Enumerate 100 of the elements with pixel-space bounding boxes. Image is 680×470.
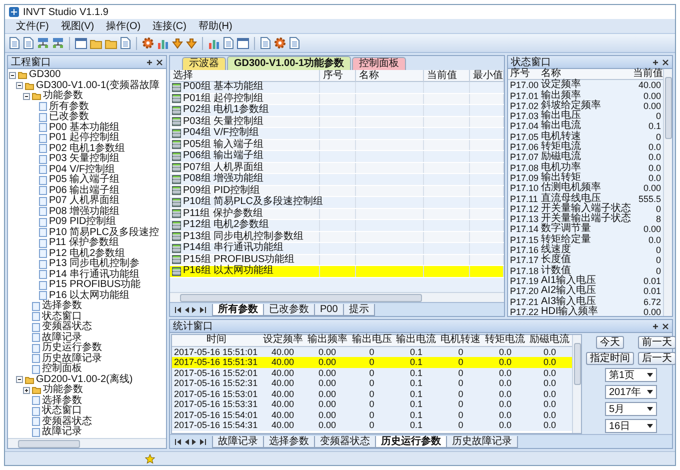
document-icon[interactable] [260, 37, 271, 49]
tree-item[interactable]: P06 输出端子组 [49, 186, 120, 196]
gear-icon[interactable] [274, 37, 286, 49]
dropdown[interactable]: 16日 [605, 419, 657, 433]
table-row[interactable]: P00组 基本功能组 [170, 82, 504, 94]
sheet-tab[interactable]: 所有参数 [212, 304, 264, 316]
tree-item[interactable]: 选择参数 [42, 396, 82, 406]
tree-item[interactable]: 变频器状态 [42, 322, 92, 332]
first-arrow-icon[interactable] [175, 307, 181, 313]
tree-item[interactable]: P10 简易PLC及多段速控 [49, 228, 160, 238]
tree-item[interactable]: P02 电机1参数组 [49, 144, 126, 154]
table-row[interactable]: P13组 同步电机控制参数组 [170, 232, 504, 243]
tree-item[interactable]: 状态窗口 [42, 312, 82, 322]
menu-item[interactable]: 视图(V) [56, 20, 100, 32]
tree-item[interactable]: P05 输入端子组 [49, 175, 120, 186]
right-arrow-icon[interactable] [192, 307, 197, 313]
expand-icon[interactable] [23, 386, 30, 394]
table-row[interactable]: P10组 简易PLC及多段速控制组 [170, 197, 504, 208]
tree-item[interactable]: P04 V/F控制组 [49, 164, 116, 175]
tree-item[interactable]: 变频器状态 [42, 416, 92, 427]
window-icon[interactable] [75, 38, 87, 48]
tree-item[interactable]: P00 基本功能组 [49, 122, 120, 133]
tree-item[interactable]: P09 PID控制组 [49, 217, 116, 228]
table-row[interactable]: P09组 PID控制组 [170, 186, 504, 197]
tree-item[interactable]: 选择参数 [42, 301, 82, 312]
tree-item[interactable]: 故障记录 [42, 427, 82, 438]
pin-icon[interactable] [652, 322, 659, 330]
table-row[interactable]: P05组 输入端子组 [170, 140, 504, 151]
document-tab[interactable]: 控制面板 [352, 57, 406, 70]
last-arrow-icon[interactable] [200, 439, 206, 445]
document-tab[interactable]: GD300-V1.00-1功能参数 [227, 56, 352, 70]
dropdown[interactable]: 第1页 [605, 368, 657, 382]
tree-item[interactable]: P11 保护参数组 [49, 238, 119, 248]
tree-item[interactable]: P03 矢量控制组 [49, 154, 120, 164]
close-icon[interactable] [662, 58, 669, 66]
tree-item[interactable]: 故障记录 [42, 332, 82, 343]
tree-item[interactable]: P08 增强功能组 [49, 206, 120, 217]
table-row[interactable]: 2017-05-16 15:53:01 40.00 0.00 0 0.1 0 0.0 0.0 [172, 388, 572, 399]
table-row[interactable]: 2017-05-16 15:54:31 40.00 0.00 0 0.1 0 0.0 0.0 [172, 420, 572, 430]
tree-item[interactable]: P13 同步电机控制参 [49, 259, 140, 270]
down-arrow-icon[interactable] [172, 38, 183, 48]
tree-item[interactable]: 状态窗口 [42, 406, 82, 416]
date-button[interactable]: 今天 [596, 336, 624, 349]
tree-item[interactable]: P01 起停控制组 [49, 133, 120, 144]
tree-item[interactable]: 功能参数 [43, 385, 83, 396]
document-tab[interactable]: 示波器 [182, 57, 226, 70]
window-icon[interactable] [237, 38, 249, 48]
close-icon[interactable] [156, 58, 163, 66]
table-row[interactable]: P16组 以太网功能组 [170, 266, 504, 278]
folder-icon[interactable] [105, 38, 117, 48]
date-button[interactable]: 前一天 [638, 336, 676, 349]
bar-chart-icon[interactable] [208, 38, 220, 48]
table-row[interactable]: 2017-05-16 15:51:31 40.00 0.00 0 0.1 0 0.0 0.0 [172, 357, 572, 368]
horizontal-scrollbar[interactable] [8, 438, 166, 448]
pin-icon[interactable] [146, 58, 153, 66]
table-row[interactable]: P03组 矢量控制组 [170, 116, 504, 128]
tree-item[interactable]: 已改参数 [49, 112, 89, 122]
horizontal-scrollbar[interactable] [170, 292, 504, 302]
sheet-tab[interactable]: 已改参数 [263, 304, 315, 316]
vertical-scrollbar[interactable] [663, 69, 672, 316]
sheet-tab[interactable]: P00 [314, 304, 344, 316]
sheet-tab[interactable]: 选择参数 [263, 436, 315, 448]
bar-chart-icon[interactable] [157, 38, 169, 48]
dropdown[interactable]: 2017年 [605, 385, 657, 399]
gear-icon[interactable] [142, 37, 154, 49]
table-row[interactable]: P12组 电机2参数组 [170, 220, 504, 232]
left-arrow-icon[interactable] [184, 307, 189, 313]
collapse-icon[interactable] [16, 376, 23, 384]
tree-item[interactable]: 历史运行参数 [42, 343, 102, 354]
left-arrow-icon[interactable] [184, 439, 189, 445]
menu-item[interactable]: 操作(O) [101, 20, 146, 32]
table-row[interactable]: P14组 串行通讯功能组 [170, 243, 504, 254]
first-arrow-icon[interactable] [175, 439, 181, 445]
date-button[interactable]: 后一天 [638, 352, 676, 365]
table-row[interactable]: 2017-05-16 15:53:31 40.00 0.00 0 0.1 0 0.0 0.0 [172, 399, 572, 410]
vertical-scrollbar[interactable] [572, 335, 581, 433]
sheet-tab[interactable]: 变频器状态 [314, 436, 376, 448]
table-row[interactable]: P08组 增强功能组 [170, 174, 504, 186]
sheet-tab[interactable]: 历史运行参数 [375, 436, 447, 448]
collapse-icon[interactable] [16, 82, 23, 90]
network-icon[interactable] [52, 37, 64, 49]
table-row[interactable]: 2017-05-16 15:54:01 40.00 0.00 0 0.1 0 0.0 0.0 [172, 410, 572, 420]
document-icon[interactable] [9, 37, 20, 49]
table-row[interactable]: P07组 人机界面组 [170, 162, 504, 174]
table-row[interactable]: P15组 PROFIBUS功能组 [170, 254, 504, 266]
date-button[interactable]: 指定时间 [586, 352, 634, 365]
table-row[interactable]: P06组 输出端子组 [170, 151, 504, 162]
tree-item[interactable]: GD300-V1.00-1(变频器故障 [36, 80, 160, 91]
tree-item[interactable]: P16 以太网功能组 [49, 290, 130, 301]
tree-item[interactable]: P12 电机2参数组 [49, 248, 126, 259]
table-row[interactable]: 2017-05-16 15:51:01 40.00 0.00 0 0.1 0 0.0 0.0 [172, 346, 572, 357]
pin-icon[interactable] [652, 58, 659, 66]
menu-item[interactable]: 帮助(H) [193, 20, 238, 32]
dropdown[interactable]: 5月 [605, 402, 657, 416]
tree-item[interactable]: GD200-V1.00-2(离线) [36, 374, 133, 385]
document-icon[interactable] [23, 37, 34, 49]
table-row[interactable]: P02组 电机1参数组 [170, 105, 504, 116]
collapse-icon[interactable] [9, 72, 16, 79]
tree-item[interactable]: 历史故障记录 [42, 354, 102, 364]
table-row[interactable]: 2017-05-16 15:52:01 40.00 0.00 0 0.1 0 0.0 0.0 [172, 368, 572, 378]
